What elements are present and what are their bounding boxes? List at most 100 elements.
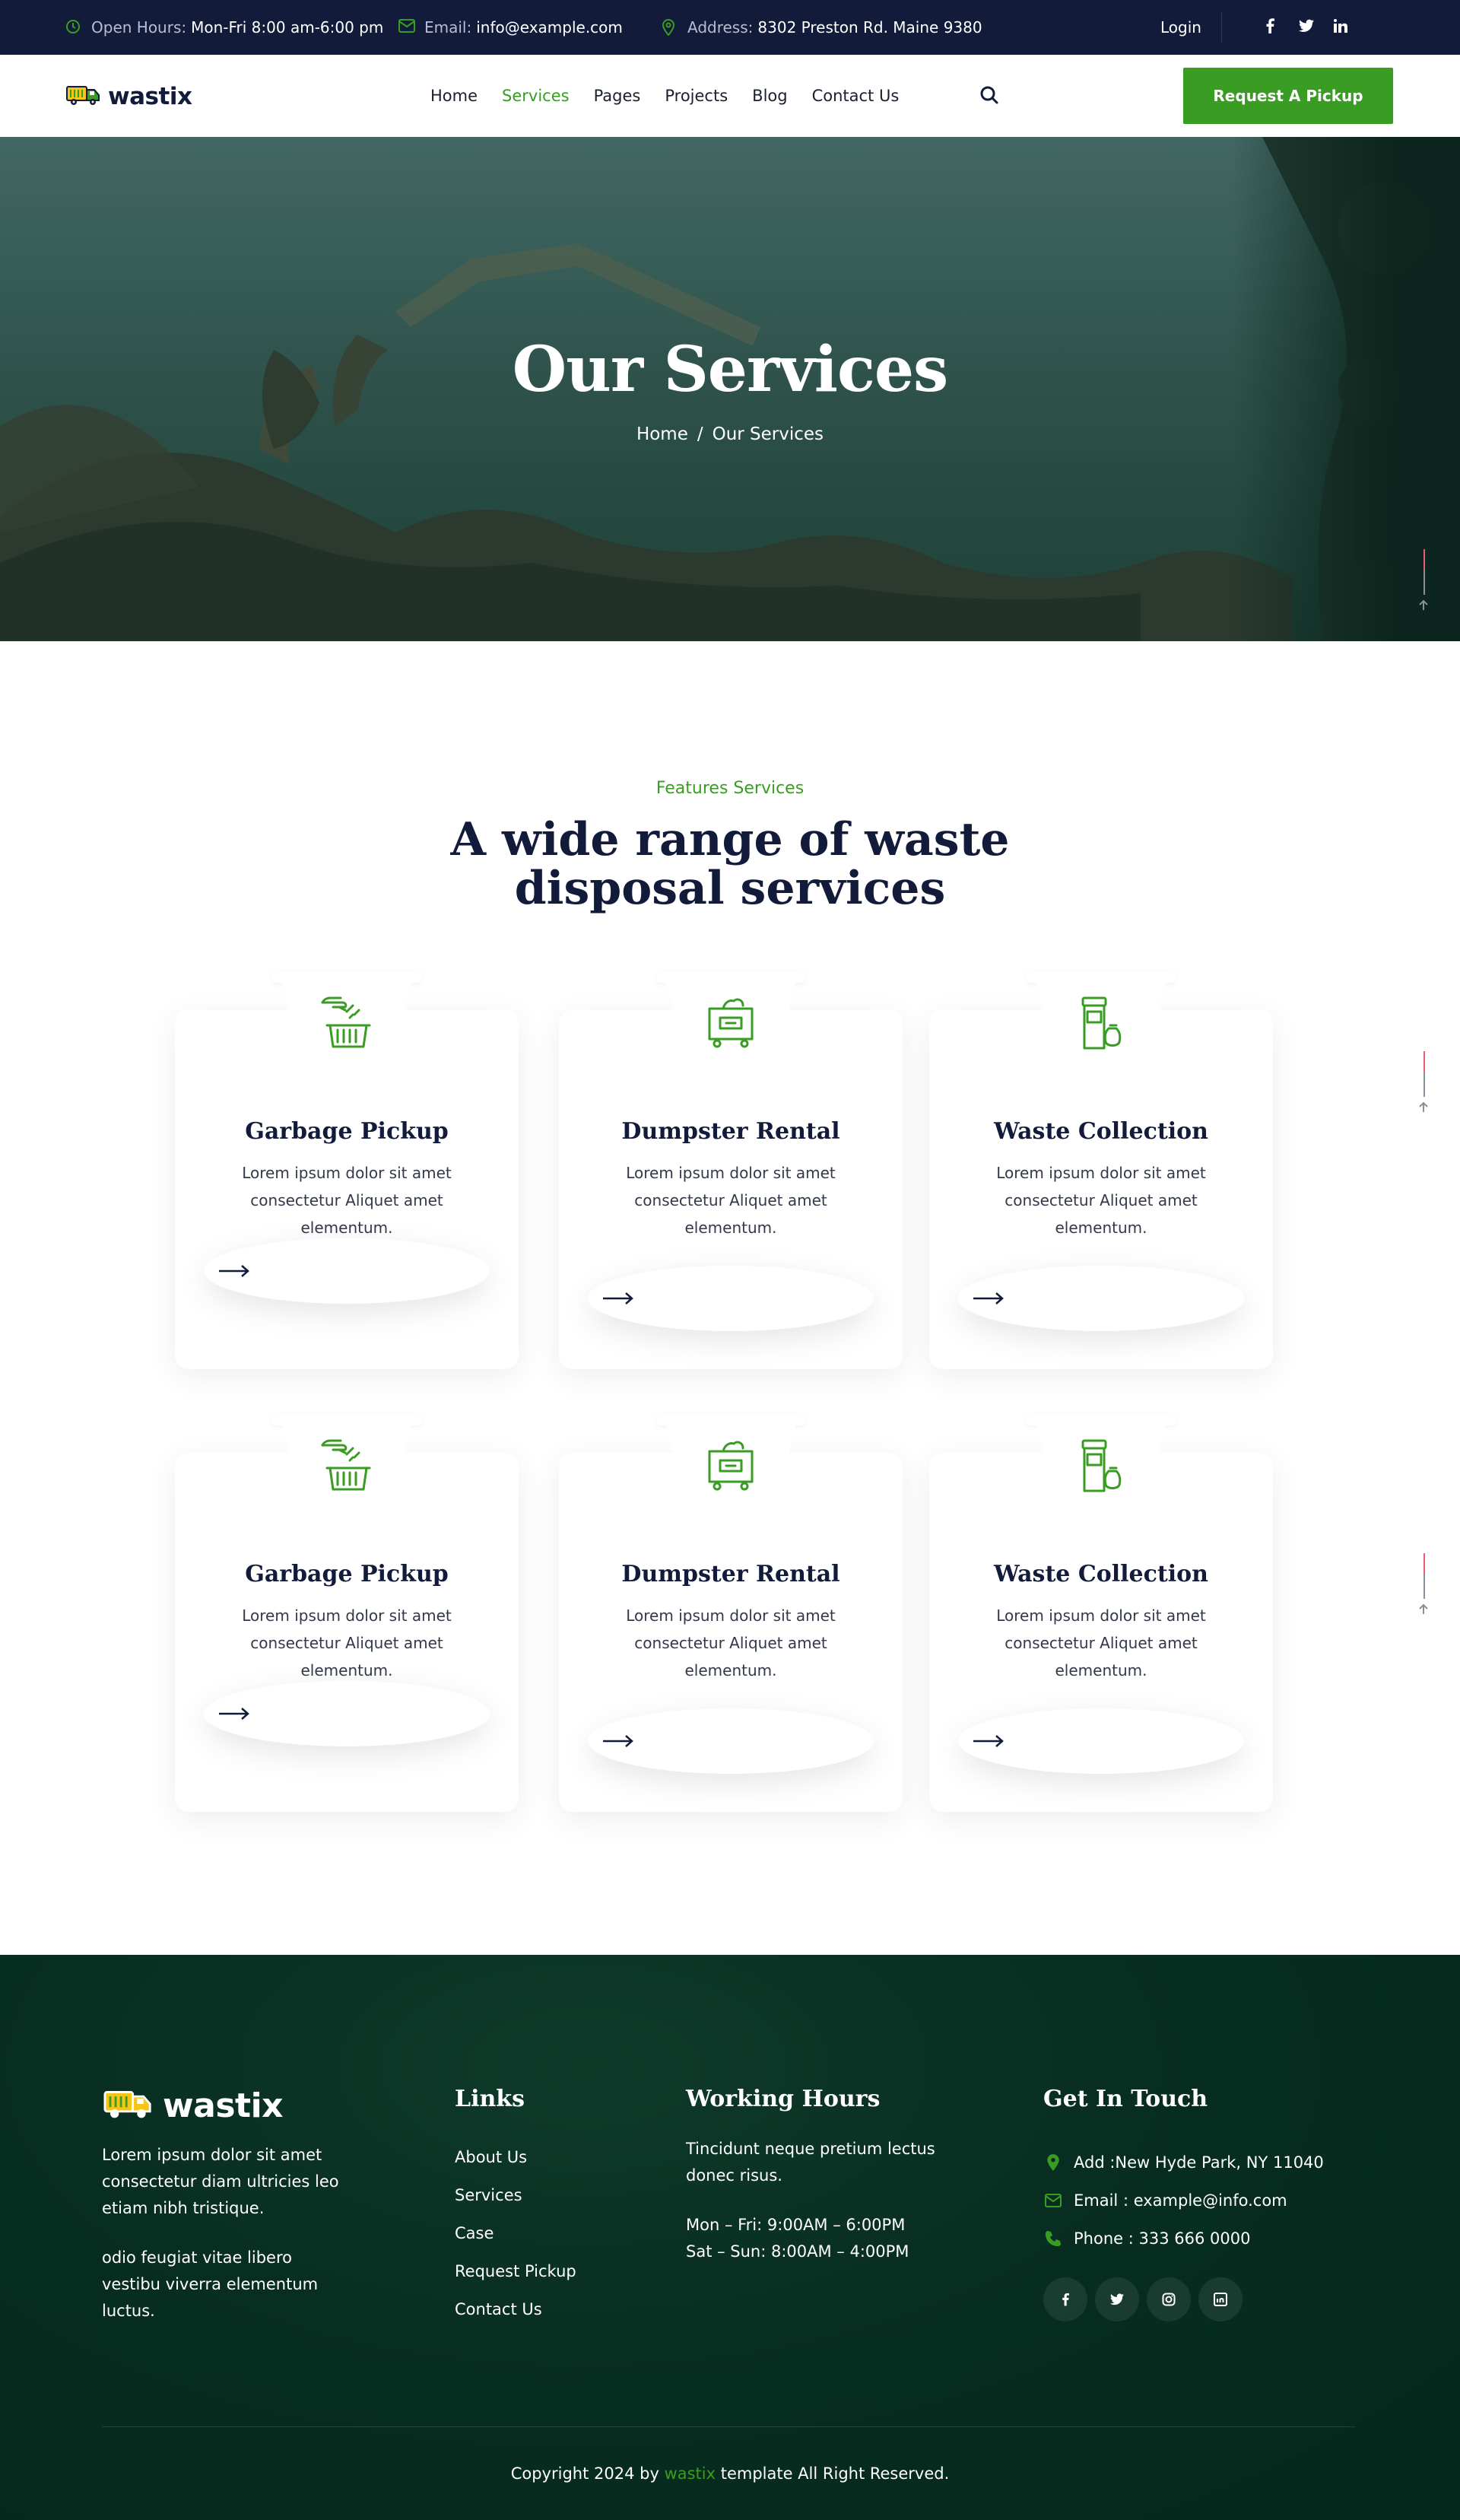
footer-link-services[interactable]: Services [455, 2182, 576, 2220]
arrow-up-icon [1419, 1603, 1428, 1614]
topbar-divider [1221, 12, 1222, 43]
footer-facebook-button[interactable] [1043, 2277, 1087, 2321]
arrow-right-icon [603, 1292, 633, 1304]
instagram-icon [1162, 2293, 1176, 2306]
nav-pages[interactable]: Pages [594, 87, 641, 105]
twitter-icon [1299, 18, 1314, 37]
nav-blog[interactable]: Blog [752, 87, 787, 105]
dumpster-icon [697, 1432, 764, 1498]
breadcrumb-home[interactable]: Home [636, 424, 688, 444]
open-hours: Open Hours: Mon-Fri 8:00 am-6:00 pm [65, 0, 383, 55]
address-value: 8302 Preston Rd. Maine 9380 [757, 18, 982, 37]
service-card-garbage-pickup[interactable]: Garbage Pickup Lorem ipsum dolor sit ame… [175, 972, 519, 1369]
nav-services[interactable]: Services [502, 87, 570, 105]
footer-contact: Add :New Hyde Park, NY 11040 Email : exa… [1043, 2143, 1324, 2258]
service-card-dumpster-rental[interactable]: Dumpster Rental Lorem ipsum dolor sit am… [559, 972, 903, 1369]
working-hours: Tincidunt neque pretium lectus donec ris… [686, 2136, 960, 2265]
footer-about: Lorem ipsum dolor sit amet consectetur d… [102, 2146, 339, 2217]
footer-link-request-pickup[interactable]: Request Pickup [455, 2258, 576, 2296]
contact-email: Email : example@info.com [1043, 2182, 1324, 2220]
hours-weekend: Sat – Sun: 8:00AM – 4:00PM [686, 2242, 909, 2261]
breadcrumb: Home / Our Services [0, 424, 1460, 444]
footer-link-contact-us[interactable]: Contact Us [455, 2296, 576, 2334]
card-tab [1027, 1415, 1176, 1425]
footer-links: About Us Services Case Request Pickup Co… [455, 2143, 576, 2334]
request-pickup-button[interactable]: Request A Pickup [1183, 68, 1393, 124]
nav-contact-us[interactable]: Contact Us [812, 87, 900, 105]
email-value[interactable]: info@example.com [476, 18, 623, 37]
logo[interactable]: wastix [65, 82, 192, 111]
garbage-truck-icon [102, 2086, 155, 2125]
footer-link-case[interactable]: Case [455, 2220, 576, 2258]
card-title: Garbage Pickup [245, 1561, 449, 1587]
service-card-waste-collection[interactable]: Waste Collection Lorem ipsum dolor sit a… [929, 1415, 1273, 1812]
card-tab [272, 1415, 421, 1425]
read-more-button[interactable] [958, 1266, 1244, 1331]
nav-menu: Home Services Pages Projects Blog Contac… [430, 55, 923, 137]
linkedin-link[interactable] [1334, 0, 1347, 55]
garbage-pickup-icon [313, 989, 380, 1056]
card-title: Dumpster Rental [621, 1118, 840, 1145]
facebook-icon [1265, 17, 1274, 37]
contact-phone: Phone : 333 666 0000 [1043, 2220, 1324, 2258]
read-more-button[interactable] [204, 1238, 490, 1304]
footer-links-heading: Links [455, 2086, 525, 2112]
card-title: Dumpster Rental [621, 1561, 840, 1587]
nav-projects[interactable]: Projects [665, 87, 728, 105]
scroll-to-top[interactable] [1419, 1553, 1428, 1614]
search-icon [979, 86, 999, 108]
facebook-icon [1062, 2293, 1069, 2306]
facebook-link[interactable] [1265, 0, 1274, 55]
hours-weekday: Mon – Fri: 9:00AM – 6:00PM [686, 2216, 906, 2234]
login-link[interactable]: Login [1160, 0, 1201, 55]
footer-instagram-button[interactable] [1147, 2277, 1191, 2321]
twitter-icon [1110, 2293, 1124, 2305]
card-text: Lorem ipsum dolor sit amet consectetur A… [242, 1606, 452, 1679]
hours-description: Tincidunt neque pretium lectus donec ris… [686, 2140, 935, 2185]
footer-logo-text: wastix [163, 2086, 284, 2125]
footer-about-secondary: odio feugiat vitae libero vestibu viverr… [102, 2248, 319, 2320]
service-card-dumpster-rental[interactable]: Dumpster Rental Lorem ipsum dolor sit am… [559, 1415, 903, 1812]
twitter-link[interactable] [1299, 0, 1314, 55]
read-more-button[interactable] [588, 1266, 874, 1331]
logo-text: wastix [108, 83, 192, 110]
address-info: Address: 8302 Preston Rd. Maine 9380 [662, 0, 982, 55]
linkedin-icon [1214, 2293, 1227, 2306]
contact-phone-text[interactable]: Phone : 333 666 0000 [1074, 2225, 1250, 2252]
service-card-garbage-pickup[interactable]: Garbage Pickup Lorem ipsum dolor sit ame… [175, 1415, 519, 1812]
waste-bin-icon [1068, 989, 1135, 1056]
scroll-progress [1424, 1553, 1425, 1599]
card-title: Waste Collection [994, 1561, 1208, 1587]
card-title: Waste Collection [994, 1118, 1208, 1145]
card-text: Lorem ipsum dolor sit amet consectetur A… [996, 1164, 1206, 1237]
card-tab [656, 972, 805, 983]
copyright-brand-link[interactable]: wastix [665, 2464, 716, 2483]
card-text: Lorem ipsum dolor sit amet consectetur A… [996, 1606, 1206, 1679]
card-text: Lorem ipsum dolor sit amet consectetur A… [626, 1606, 836, 1679]
scroll-to-top[interactable] [1419, 549, 1428, 610]
copyright-prefix: Copyright 2024 by [510, 2464, 665, 2483]
arrow-right-icon [603, 1735, 633, 1747]
footer-logo[interactable]: wastix [102, 2086, 284, 2125]
arrow-right-icon [219, 1265, 249, 1277]
service-card-waste-collection[interactable]: Waste Collection Lorem ipsum dolor sit a… [929, 972, 1273, 1369]
footer-link-about-us[interactable]: About Us [455, 2143, 576, 2182]
open-hours-value: Mon-Fri 8:00 am-6:00 pm [191, 18, 384, 37]
footer-twitter-button[interactable] [1095, 2277, 1139, 2321]
footer-linkedin-button[interactable] [1198, 2277, 1243, 2321]
read-more-button[interactable] [588, 1708, 874, 1774]
contact-email-text[interactable]: Email : example@info.com [1074, 2187, 1287, 2214]
search-button[interactable] [979, 85, 999, 108]
read-more-button[interactable] [204, 1681, 490, 1746]
scroll-to-top[interactable] [1419, 1051, 1428, 1112]
card-title: Garbage Pickup [245, 1118, 449, 1145]
copyright: Copyright 2024 by wastix template All Ri… [0, 2464, 1460, 2483]
garbage-truck-icon [65, 82, 102, 111]
read-more-button[interactable] [958, 1708, 1244, 1774]
breadcrumb-current: Our Services [712, 424, 824, 444]
email-label: Email: [424, 18, 472, 37]
email-icon [1043, 2191, 1063, 2210]
phone-icon [1043, 2229, 1063, 2248]
nav-home[interactable]: Home [430, 87, 478, 105]
scroll-progress [1424, 1051, 1425, 1097]
